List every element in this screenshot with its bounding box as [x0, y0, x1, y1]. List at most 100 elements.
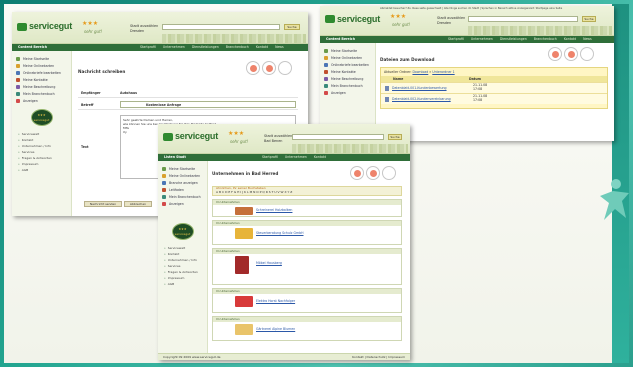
- sidebar-link[interactable]: AGB: [158, 281, 207, 287]
- quick-action-icon[interactable]: [366, 166, 380, 180]
- sidebar-item[interactable]: Mein Branchenbuch: [320, 82, 375, 89]
- recipient-label: Empfänger: [81, 91, 101, 95]
- file-link[interactable]: Datenblatt-001-Kundenbewertung: [392, 86, 473, 90]
- quick-action-icon[interactable]: [246, 61, 260, 75]
- company-card[interactable]: Im Unternehmen Elektro Horst Nachfolger: [212, 288, 402, 313]
- nav-item[interactable]: Startprofil: [140, 45, 156, 49]
- nav-item[interactable]: Unternehmen: [471, 37, 493, 41]
- sidebar-item[interactable]: Onlinebriefe bearbeiten: [320, 61, 375, 68]
- brand-tagline: sehr gut!: [392, 22, 411, 27]
- file-date: 21.11.08 17:08: [473, 83, 488, 91]
- search-label: Stadt auswählen: [437, 16, 466, 20]
- subject-value: Kostenlose Anfrage: [146, 103, 182, 107]
- company-link[interactable]: Möbel Hausberg: [256, 261, 282, 265]
- file-icon: [385, 85, 389, 91]
- search-button[interactable]: Suche: [582, 16, 596, 22]
- search-input[interactable]: [292, 134, 384, 140]
- ads-icon: [162, 201, 166, 206]
- nav-item[interactable]: Dienstleistungen: [192, 45, 219, 49]
- letter-icon: [16, 70, 20, 75]
- sidebar: Meine Startseite Meine Onlinekarten Bran…: [158, 161, 208, 360]
- quick-action-icon[interactable]: [548, 47, 562, 61]
- breadcrumb-link[interactable]: Download: [412, 70, 428, 74]
- site-header: Abmeldet besucher? Zu diese seite gewech…: [320, 6, 614, 36]
- nav-item[interactable]: News: [583, 37, 592, 41]
- sidebar-item[interactable]: Anzeigen: [158, 200, 207, 207]
- quick-action-icon[interactable]: [564, 47, 578, 61]
- sidebar-item[interactable]: Anzeigen: [12, 97, 71, 104]
- sidebar-item[interactable]: Anzeigen: [320, 89, 375, 96]
- nav-item[interactable]: Startprofil: [262, 155, 278, 159]
- nav-item[interactable]: Branchenbuch: [226, 45, 249, 49]
- text-label: Text: [81, 145, 89, 149]
- breadcrumb: Aktueller Ordner: Download » Unterordner…: [384, 70, 455, 74]
- breadcrumb-link[interactable]: Unterordner 1: [432, 70, 454, 74]
- search-button[interactable]: Suche: [284, 24, 300, 30]
- company-card[interactable]: Im Unternehmen Steuerberatung Schulz Gmb…: [212, 220, 402, 245]
- search-input[interactable]: [162, 24, 280, 30]
- sidebar-item[interactable]: Meine Kontakte: [12, 76, 71, 83]
- sidebar-item[interactable]: Meine Beschreibung: [12, 83, 71, 90]
- nav-item[interactable]: Kontakt: [564, 37, 576, 41]
- file-link[interactable]: Datenblatt-002-Kundenvereinbarung: [392, 97, 473, 101]
- company-tag: Im Unternehmen: [213, 221, 401, 226]
- sidebar-item[interactable]: Meine Onlinekarten: [158, 172, 207, 179]
- sidebar-item[interactable]: Meine Startseite: [320, 47, 375, 54]
- send-button[interactable]: Nachricht senden: [84, 201, 122, 207]
- ads-icon: [16, 98, 20, 103]
- main-nav: Content Bereich Startprofil Unternehmen …: [12, 44, 308, 51]
- sidebar-item[interactable]: Meine Onlinekarten: [12, 62, 71, 69]
- search-button[interactable]: Suche: [388, 134, 402, 140]
- company-logo: [235, 228, 253, 239]
- sidebar-item[interactable]: Leitfaden: [158, 186, 207, 193]
- file-row[interactable]: Datenblatt-002-Kundenvereinbarung 21.11.…: [381, 93, 607, 104]
- nav-item[interactable]: Startprofil: [448, 37, 464, 41]
- quick-action-icon[interactable]: [350, 166, 364, 180]
- nav-item[interactable]: Kontakt: [314, 155, 326, 159]
- quick-action-icon[interactable]: [382, 166, 396, 180]
- column-header[interactable]: Name: [381, 77, 469, 81]
- company-card[interactable]: Im Unternehmen Schreinerei Holzbalken: [212, 199, 402, 217]
- company-link[interactable]: Elektro Horst Nachfolger: [256, 299, 295, 303]
- top-links[interactable]: Abmeldet besucher? Zu diese seite gewech…: [380, 7, 562, 10]
- nav-item[interactable]: News: [275, 45, 284, 49]
- nav-item[interactable]: Kontakt: [256, 45, 268, 49]
- sidebar-item[interactable]: Mein Branchenbuch: [158, 193, 207, 200]
- quick-action-icon[interactable]: [580, 47, 594, 61]
- company-link[interactable]: Schreinerei Holzbalken: [256, 208, 292, 212]
- alphabet-links[interactable]: A B C D E F G H I J K L M N O P Q R S T …: [216, 190, 401, 195]
- nav-item[interactable]: Dienstleistungen: [500, 37, 527, 41]
- sidebar-item[interactable]: Meine Onlinekarten: [320, 54, 375, 61]
- logo-icon: [325, 15, 335, 23]
- quick-actions: [246, 61, 292, 75]
- cancel-button[interactable]: Abbrechen: [124, 201, 152, 207]
- sidebar-item[interactable]: Branche anzeigen: [158, 179, 207, 186]
- footer-links[interactable]: Kontakt | Datenschutz | Impressum: [352, 354, 405, 360]
- column-header[interactable]: Datum: [469, 77, 481, 81]
- search-input[interactable]: [468, 16, 578, 22]
- brand-name[interactable]: servicegut: [175, 131, 218, 141]
- quick-action-icon[interactable]: [262, 61, 276, 75]
- brand-name[interactable]: servicegut: [337, 14, 380, 24]
- sidebar-item[interactable]: Meine Beschreibung: [320, 75, 375, 82]
- company-card[interactable]: Im Unternehmen Gärtnerei Alpine Blumen: [212, 316, 402, 341]
- search-label: Stadt auswählen: [130, 24, 159, 28]
- sidebar-item[interactable]: Meine Startseite: [12, 55, 71, 62]
- sidebar-item[interactable]: Mein Branchenbuch: [12, 90, 71, 97]
- sidebar-item[interactable]: Onlinebriefe bearbeiten: [12, 69, 71, 76]
- nav-item[interactable]: Unternehmen: [163, 45, 185, 49]
- company-link[interactable]: Steuerberatung Schulz GmbH: [256, 231, 303, 235]
- sidebar-item[interactable]: Meine Startseite: [158, 165, 207, 172]
- quick-actions: [350, 166, 396, 180]
- nav-item[interactable]: Unternehmen: [285, 155, 307, 159]
- brand-name[interactable]: servicegut: [29, 21, 72, 31]
- nav-item[interactable]: Branchenbuch: [534, 37, 557, 41]
- company-link[interactable]: Gärtnerei Alpine Blumen: [256, 327, 295, 331]
- company-card[interactable]: Im Unternehmen Möbel Hausberg: [212, 248, 402, 285]
- page-title: Unternehmen in Bad Herred: [212, 171, 279, 176]
- sidebar-item[interactable]: Meine Kontakte: [320, 68, 375, 75]
- quick-action-icon[interactable]: [278, 61, 292, 75]
- file-row[interactable]: Datenblatt-001-Kundenbewertung 21.11.08 …: [381, 82, 607, 93]
- sidebar-link[interactable]: AGB: [12, 167, 71, 173]
- file-date: 21.11.08 17:08: [473, 94, 488, 102]
